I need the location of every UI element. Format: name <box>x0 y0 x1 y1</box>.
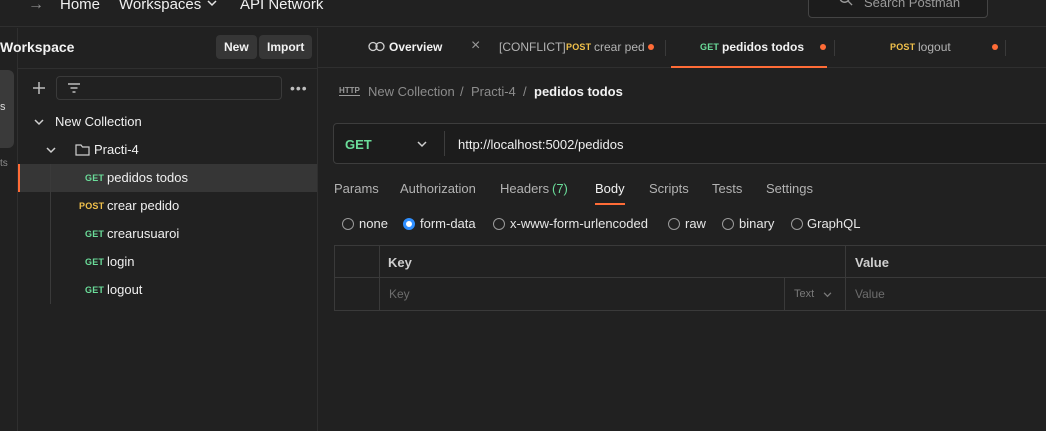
tab-conflict-prefix[interactable]: [CONFLICT] <box>499 40 566 54</box>
method-badge: POST <box>79 201 105 211</box>
active-tab-indicator <box>671 66 827 68</box>
api-network-link[interactable]: API Network <box>240 0 323 13</box>
breadcrumb-collection[interactable]: New Collection <box>368 84 455 99</box>
radio-label: binary <box>739 216 775 231</box>
more-options-icon[interactable]: ••• <box>290 80 308 96</box>
divider <box>444 131 445 156</box>
breadcrumb-separator: / <box>523 84 527 99</box>
column-header-key: Key <box>388 255 412 270</box>
divider <box>784 278 785 311</box>
folder-icon <box>75 144 90 156</box>
divider <box>834 40 835 56</box>
radio-binary[interactable] <box>722 218 734 230</box>
tab-logout[interactable]: logout <box>918 40 951 54</box>
divider <box>665 40 666 56</box>
tab-crear-pedido[interactable]: crear ped <box>594 40 645 54</box>
tab-params[interactable]: Params <box>334 181 379 196</box>
tree-item-folder[interactable]: Practi-4 <box>18 136 317 164</box>
method-select[interactable]: GET <box>345 137 372 152</box>
rail-item-label: ts <box>0 158 8 169</box>
folder-name: Practi-4 <box>94 142 139 157</box>
radio-graphql[interactable] <box>791 218 803 230</box>
key-input[interactable]: Key <box>389 287 410 301</box>
chevron-down-icon[interactable] <box>34 119 44 126</box>
column-header-value: Value <box>855 255 889 270</box>
divider <box>334 277 1046 278</box>
close-icon[interactable]: × <box>471 37 480 55</box>
import-button[interactable]: Import <box>259 35 313 59</box>
form-data-table <box>334 245 1046 311</box>
request-name: pedidos todos <box>107 170 188 185</box>
forward-arrow-icon[interactable]: → <box>28 0 44 14</box>
url-bar <box>333 123 1046 164</box>
radio-label: x-www-form-urlencoded <box>510 216 648 231</box>
workspaces-menu[interactable]: Workspaces <box>119 0 201 13</box>
chevron-down-icon[interactable] <box>46 147 56 154</box>
unsaved-dot <box>820 44 826 50</box>
value-input[interactable]: Value <box>855 287 885 301</box>
workspace-title: Workspace <box>0 39 75 55</box>
request-name: login <box>107 254 135 269</box>
method-badge: GET <box>85 229 105 239</box>
method-badge: POST <box>890 42 916 52</box>
chevron-down-icon[interactable] <box>823 292 832 298</box>
tree-item-request[interactable]: POST crear pedido <box>18 192 317 220</box>
radio-label: form-data <box>420 216 476 231</box>
tab-settings[interactable]: Settings <box>766 181 813 196</box>
radio-urlencoded[interactable] <box>493 218 505 230</box>
filter-input[interactable] <box>56 76 282 100</box>
radio-label: raw <box>685 216 706 231</box>
tab-pedidos-todos[interactable]: pedidos todos <box>722 40 804 54</box>
tab-scripts[interactable]: Scripts <box>649 181 689 196</box>
overview-icon <box>368 41 385 52</box>
request-name: crear pedido <box>107 198 180 213</box>
request-name: crearusuaroi <box>107 226 180 241</box>
home-link[interactable]: Home <box>60 0 100 13</box>
divider <box>18 68 318 69</box>
divider <box>379 245 380 311</box>
divider <box>845 245 846 311</box>
divider <box>1005 40 1006 56</box>
headers-count: (7) <box>552 181 568 196</box>
new-button[interactable]: New <box>216 35 257 59</box>
chevron-down-icon[interactable] <box>207 0 217 7</box>
filter-icon <box>68 83 80 93</box>
method-badge: GET <box>700 42 720 52</box>
breadcrumb-request: pedidos todos <box>534 84 623 99</box>
method-badge: GET <box>85 285 105 295</box>
request-name: logout <box>107 282 143 297</box>
radio-form-data[interactable] <box>403 218 415 230</box>
search-placeholder: Search Postman <box>864 0 961 10</box>
tree-item-request[interactable]: GET crearusuaroi <box>18 220 317 248</box>
tab-body[interactable]: Body <box>595 181 625 196</box>
tab-headers[interactable]: Headers <box>500 181 549 196</box>
tree-item-collection[interactable]: New Collection <box>18 108 317 136</box>
method-badge: GET <box>85 257 105 267</box>
type-select[interactable]: Text <box>794 288 814 300</box>
radio-label: none <box>359 216 388 231</box>
tab-tests[interactable]: Tests <box>712 181 742 196</box>
plus-icon[interactable] <box>32 81 46 95</box>
tree-item-request[interactable]: GET pedidos todos <box>18 164 317 192</box>
radio-label: GraphQL <box>807 216 861 231</box>
tab-overview[interactable]: Overview <box>389 40 442 54</box>
url-input[interactable]: http://localhost:5002/pedidos <box>458 137 624 152</box>
radio-none[interactable] <box>342 218 354 230</box>
tree-item-request[interactable]: GET login <box>18 248 317 276</box>
tree-item-request[interactable]: GET logout <box>18 276 317 304</box>
active-tab-indicator <box>595 203 625 205</box>
chevron-down-icon[interactable] <box>417 141 427 148</box>
tab-authorization[interactable]: Authorization <box>400 181 476 196</box>
http-icon: HTTP <box>339 86 360 96</box>
breadcrumb-folder[interactable]: Practi-4 <box>471 84 516 99</box>
search-icon <box>839 0 853 6</box>
unsaved-dot <box>992 44 998 50</box>
breadcrumb-separator: / <box>460 84 464 99</box>
radio-raw[interactable] <box>668 218 680 230</box>
method-badge: POST <box>566 42 592 52</box>
unsaved-dot <box>648 44 654 50</box>
method-badge: GET <box>85 173 105 183</box>
collection-name: New Collection <box>55 114 142 129</box>
rail-item-label: s <box>0 101 6 113</box>
